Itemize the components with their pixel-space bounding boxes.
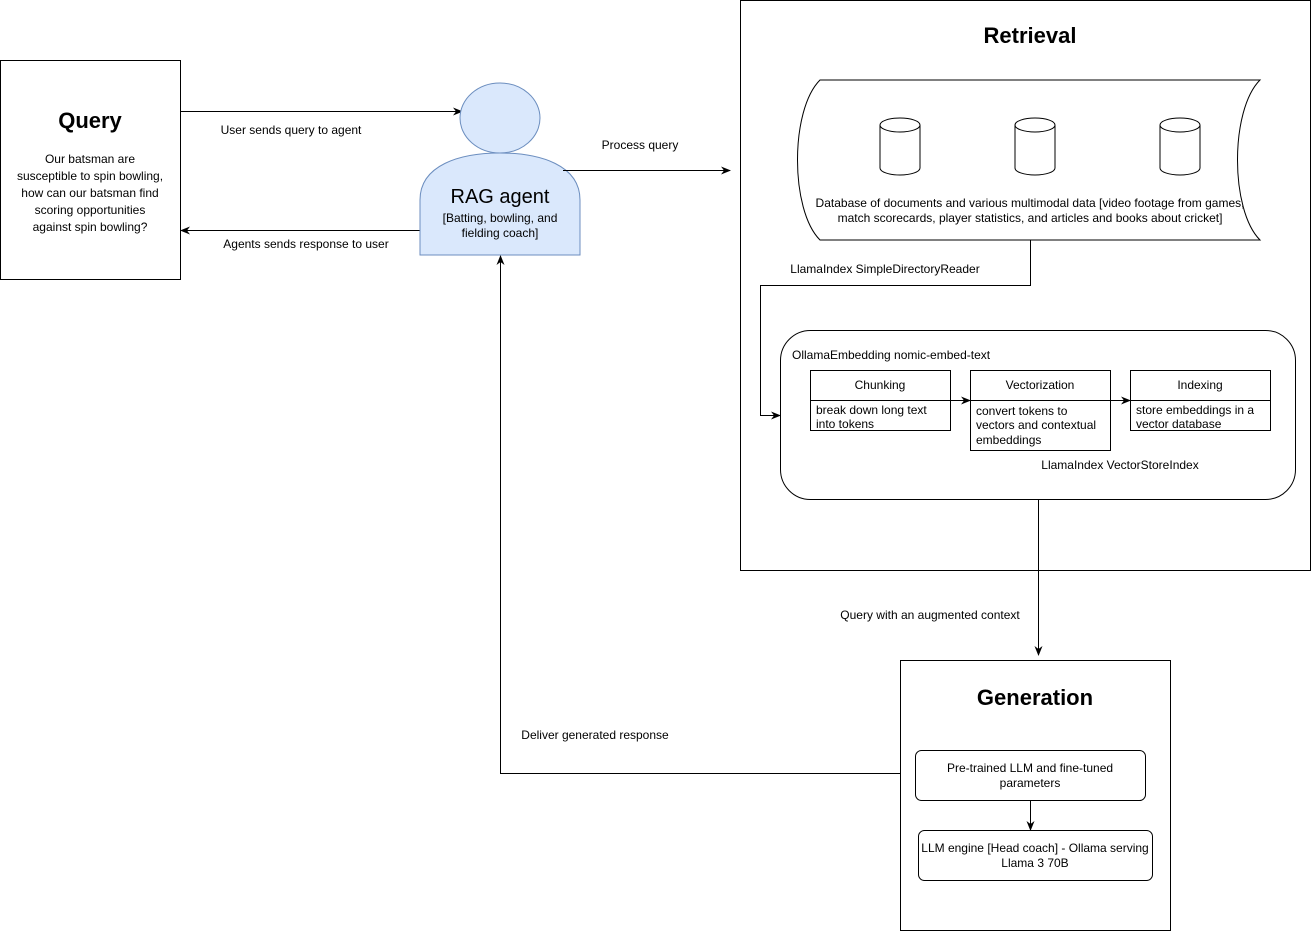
step-vectorization: Vectorization convert tokens to vectors … <box>970 370 1111 451</box>
edge-label-directory-reader: LlamaIndex SimpleDirectoryReader <box>790 262 979 276</box>
generation-box: Generation Pre-trained LLM and fine-tune… <box>900 660 1171 931</box>
edge-deliver-response <box>496 255 900 774</box>
llm-engine-line: LLM engine [Head coach] - Ollama serving <box>921 841 1148 855</box>
step-title: Indexing <box>1177 378 1222 392</box>
step-title: Chunking <box>855 378 906 392</box>
query-text-line: susceptible to spin bowling, <box>17 169 163 183</box>
rag-agent-actor: RAG agent [Batting, bowling, and fieldin… <box>419 82 581 256</box>
database-icon <box>1159 117 1201 176</box>
agent-subtitle-line: fielding coach] <box>462 226 539 240</box>
edge-label-deliver-response: Deliver generated response <box>521 728 669 742</box>
edge-label-user-to-agent: User sends query to agent <box>221 123 362 137</box>
query-text-line: Our batsman are <box>45 152 135 166</box>
generation-title: Generation <box>977 685 1093 710</box>
database-icon <box>879 117 921 176</box>
llm-params-line: Pre-trained LLM and fine-tuned <box>947 761 1113 775</box>
database-text-line: Database of documents and various multim… <box>816 196 1245 210</box>
query-text-line: scoring opportunities <box>35 203 146 217</box>
retrieval-box: Retrieval Database of documents and vari… <box>740 0 1311 571</box>
step-body-line: break down long text <box>816 403 927 417</box>
step-body-line: store embeddings in a <box>1136 403 1254 417</box>
step-body-line: into tokens <box>816 417 874 431</box>
edge-label-agent-to-user: Agents sends response to user <box>223 237 388 251</box>
step-body-line: vectors and contextual <box>976 418 1096 432</box>
step-title: Vectorization <box>1006 378 1075 392</box>
step-body-line: convert tokens to <box>976 404 1068 418</box>
rag-diagram: Query Our batsman are susceptible to spi… <box>0 0 1311 931</box>
agent-subtitle-line: [Batting, bowling, and <box>443 211 558 225</box>
query-title: Query <box>58 108 122 133</box>
retrieval-title: Retrieval <box>984 23 1077 48</box>
embedding-label: OllamaEmbedding nomic-embed-text <box>792 348 991 362</box>
llm-engine-line: Llama 3 70B <box>1001 856 1068 870</box>
step-body-line: vector database <box>1136 417 1222 431</box>
index-label: LlamaIndex VectorStoreIndex <box>1041 458 1198 472</box>
agent-title: RAG agent <box>451 186 550 208</box>
step-indexing: Indexing store embeddings in a vector da… <box>1130 370 1271 431</box>
database-text-line: match scorecards, player statistics, and… <box>838 211 1223 225</box>
database-icon <box>1014 117 1056 176</box>
edge-label-process-query: Process query <box>602 138 679 152</box>
step-body-line: embeddings <box>976 433 1041 447</box>
agent-head-shape <box>459 82 541 154</box>
step-chunking: Chunking break down long text into token… <box>810 370 951 431</box>
query-text-line: against spin bowling? <box>33 220 148 234</box>
query-box: Query Our batsman are susceptible to spi… <box>0 60 181 280</box>
query-text-line: how can our batsman find <box>21 186 158 200</box>
llm-params-line: parameters <box>1000 776 1061 790</box>
edge-label-augmented-context: Query with an augmented context <box>840 608 1020 622</box>
